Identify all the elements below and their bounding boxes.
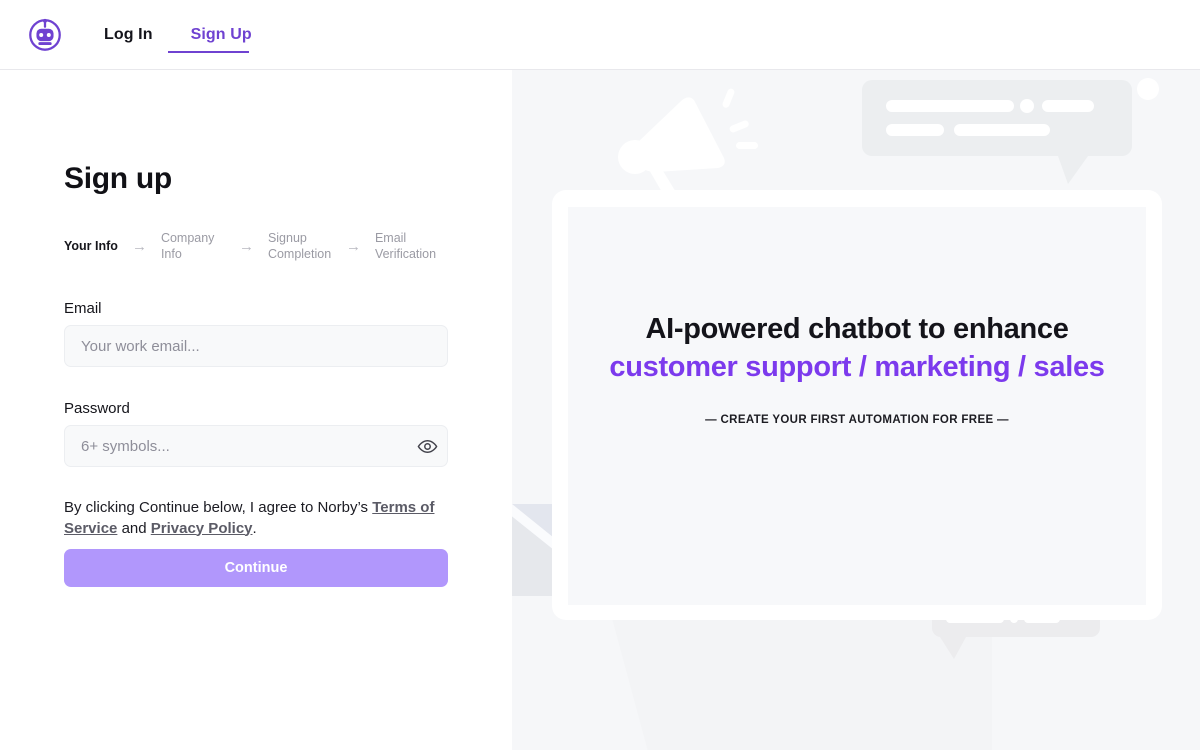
terms-and: and <box>121 519 147 537</box>
step-company-info[interactable]: Company Info <box>161 230 225 262</box>
step-arrow-icon: → <box>131 238 147 255</box>
step-arrow-icon: → <box>238 238 254 255</box>
terms-agreement-text: By clicking Continue below, I agree to N… <box>64 498 456 539</box>
terms-prefix: By clicking Continue below, I agree to N… <box>64 499 369 516</box>
step-arrow-icon: → <box>345 238 361 255</box>
terms-suffix: . <box>252 519 257 537</box>
bubble-dot-icon <box>1137 78 1159 100</box>
hero-headline-line1: AI-powered chatbot to enhance <box>645 313 1069 345</box>
privacy-policy-link[interactable]: Privacy Policy <box>151 520 253 537</box>
robot-logo-icon[interactable] <box>26 15 64 53</box>
step-signup-completion[interactable]: Signup Completion <box>268 230 332 262</box>
hero-text-block: AI-powered chatbot to enhance customer s… <box>568 310 1146 426</box>
password-input[interactable] <box>65 426 407 466</box>
password-field-wrapper[interactable] <box>64 425 448 467</box>
step-email-verification[interactable]: Email Verification <box>375 230 439 262</box>
eye-icon[interactable] <box>407 426 447 466</box>
hero-headline-line2: customer support / marketing / sales <box>609 351 1105 383</box>
signup-stepper: Your Info → Company Info → Signup Comple… <box>64 230 439 262</box>
marketing-hero-panel: AI-powered chatbot to enhance customer s… <box>512 70 1200 750</box>
nav-link-signup[interactable]: Sign Up <box>191 0 252 70</box>
continue-button[interactable]: Continue <box>64 549 448 587</box>
chat-bubble-icon <box>862 80 1132 184</box>
nav-link-login[interactable]: Log In <box>104 0 153 70</box>
active-tab-underline <box>168 51 249 53</box>
password-label: Password <box>64 400 130 417</box>
top-navigation-bar: Log In Sign Up <box>0 0 1200 70</box>
email-label: Email <box>64 300 102 317</box>
step-your-info[interactable]: Your Info <box>64 238 118 254</box>
hero-subtitle: — CREATE YOUR FIRST AUTOMATION FOR FREE … <box>705 414 1009 426</box>
signup-form-panel: Sign up Your Info → Company Info → Signu… <box>0 70 512 750</box>
email-input[interactable] <box>65 326 447 366</box>
email-field-wrapper[interactable] <box>64 325 448 367</box>
nav-links: Log In Sign Up <box>104 0 252 70</box>
page-title: Sign up <box>64 162 172 195</box>
